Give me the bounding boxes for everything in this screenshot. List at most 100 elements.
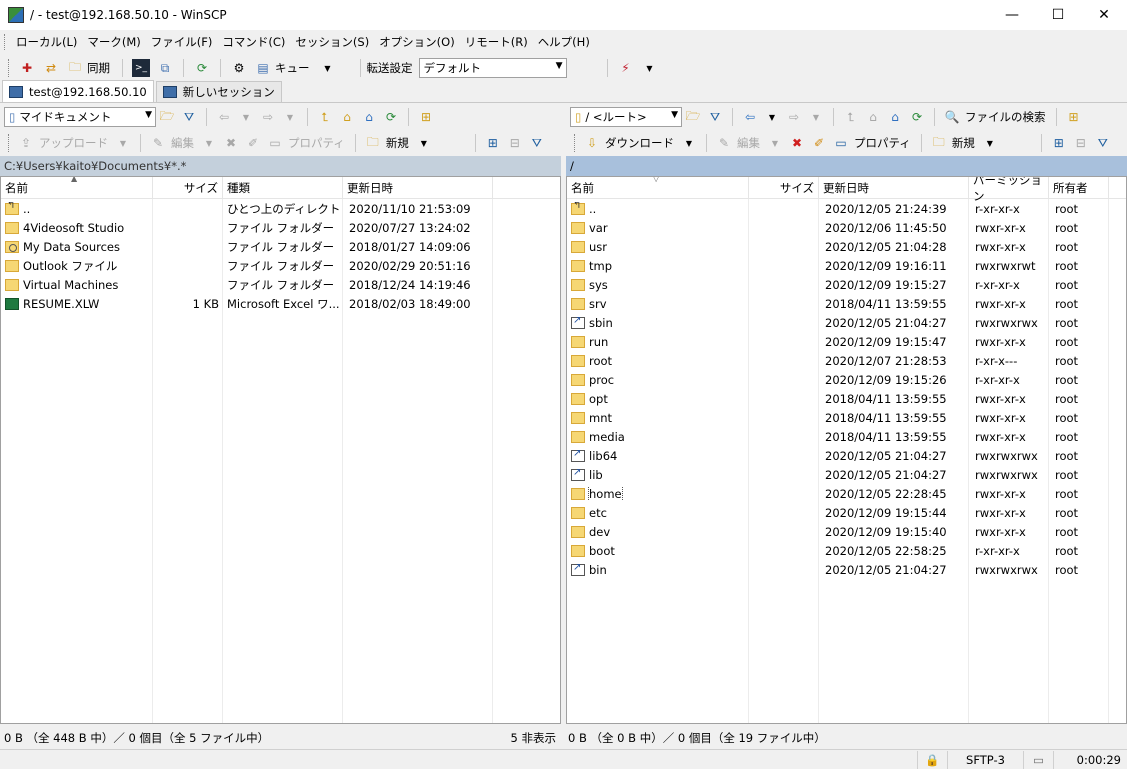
- menu-options[interactable]: オプション(O): [374, 32, 460, 52]
- edit-icon[interactable]: ✎: [149, 134, 167, 152]
- remote-file-row[interactable]: run 2020/12/09 19:15:47 rwxr-xr-x root: [567, 332, 1126, 351]
- back-arrow-icon[interactable]: ⇦: [215, 108, 233, 126]
- synchronize-browsing-icon[interactable]: ⇄: [42, 59, 60, 77]
- col-modified-header[interactable]: 更新日時: [819, 177, 969, 199]
- chevron-down-icon[interactable]: ▼: [556, 61, 563, 71]
- back-arrow-icon[interactable]: ⇦: [741, 108, 759, 126]
- local-file-row[interactable]: Outlook ファイル ファイル フォルダー 2020/02/29 20:51:1…: [1, 256, 560, 275]
- chevron-down-icon[interactable]: ▼: [766, 134, 784, 152]
- toolbar-grip[interactable]: [8, 134, 11, 152]
- edit-button[interactable]: 編集: [737, 135, 760, 151]
- menu-mark[interactable]: マーク(M): [82, 32, 145, 52]
- close-button[interactable]: ✕: [1081, 0, 1127, 30]
- delete-icon[interactable]: ✖: [788, 134, 806, 152]
- filter-icon[interactable]: ⛛: [706, 108, 724, 126]
- remote-file-row[interactable]: etc 2020/12/09 19:15:44 rwxr-xr-x root: [567, 503, 1126, 522]
- chevron-down-icon[interactable]: ▼: [807, 108, 825, 126]
- parent-directory-icon[interactable]: ⮤: [842, 108, 860, 126]
- rename-icon[interactable]: ✐: [244, 134, 262, 152]
- remote-file-row[interactable]: lib 2020/12/05 21:04:27 rwxrwxrwx root: [567, 465, 1126, 484]
- menu-command[interactable]: コマンド(C): [217, 32, 290, 52]
- select-all-icon[interactable]: ⊞: [1050, 134, 1068, 152]
- remote-location-select[interactable]: ▯ / <ルート> ▼: [570, 107, 682, 127]
- menubar-grip[interactable]: [4, 34, 7, 50]
- synchronize-icon[interactable]: 🗀: [66, 59, 84, 77]
- remote-file-row[interactable]: tmp 2020/12/09 19:16:11 rwxrwxrwt root: [567, 256, 1126, 275]
- unselect-icon[interactable]: ⊟: [1072, 134, 1090, 152]
- refresh-session-icon[interactable]: ⟳: [193, 59, 211, 77]
- tab-session[interactable]: test@192.168.50.10: [2, 80, 154, 102]
- col-modified-header[interactable]: 更新日時: [343, 177, 493, 199]
- remote-file-row[interactable]: mnt 2018/04/11 13:59:55 rwxr-xr-x root: [567, 408, 1126, 427]
- tab-new-session[interactable]: 新しいセッション: [155, 81, 282, 102]
- network-icon[interactable]: ▭: [1023, 750, 1053, 769]
- local-location-select[interactable]: ▯ マイドキュメント ▼: [4, 107, 156, 127]
- remote-file-row[interactable]: var 2020/12/06 11:45:50 rwxr-xr-x root: [567, 218, 1126, 237]
- chevron-down-icon[interactable]: ▼: [680, 134, 698, 152]
- new-folder-icon[interactable]: 🗀: [364, 134, 382, 152]
- menu-file[interactable]: ファイル(F): [146, 32, 218, 52]
- chevron-down-icon[interactable]: ▼: [763, 108, 781, 126]
- preferences-gear-icon[interactable]: ⚙: [230, 59, 248, 77]
- filter-icon[interactable]: ⛛: [180, 108, 198, 126]
- upload-button[interactable]: アップロード: [39, 135, 108, 151]
- remote-file-row[interactable]: sbin 2020/12/05 21:04:27 rwxrwxrwx root: [567, 313, 1126, 332]
- local-file-row[interactable]: My Data Sources ファイル フォルダー 2018/01/27 14:0…: [1, 237, 560, 256]
- find-files-button[interactable]: ファイルの検索: [965, 109, 1046, 125]
- col-name-header[interactable]: 名前 ▽: [567, 177, 749, 199]
- new-button[interactable]: 新規: [952, 135, 975, 151]
- delete-icon[interactable]: ✖: [222, 134, 240, 152]
- edit-icon[interactable]: ✎: [715, 134, 733, 152]
- synchronize-button[interactable]: 同期: [87, 60, 110, 76]
- remote-file-row[interactable]: media 2018/04/11 13:59:55 rwxr-xr-x root: [567, 427, 1126, 446]
- remote-file-row[interactable]: proc 2020/12/09 19:15:26 r-xr-xr-x root: [567, 370, 1126, 389]
- download-button[interactable]: ダウンロード: [605, 135, 674, 151]
- col-type-header[interactable]: 種類: [223, 177, 343, 199]
- queue-button[interactable]: キュー: [275, 60, 310, 76]
- toolbar-grip[interactable]: [8, 59, 11, 77]
- chevron-down-icon[interactable]: ▼: [237, 108, 255, 126]
- col-size-header[interactable]: サイズ: [153, 177, 223, 199]
- properties-button[interactable]: プロパティ: [854, 135, 911, 151]
- new-folder-icon[interactable]: 🗀: [930, 134, 948, 152]
- forward-arrow-icon[interactable]: ⇨: [259, 108, 277, 126]
- col-permission-header[interactable]: パーミッション: [969, 177, 1049, 203]
- properties-icon[interactable]: ▭: [832, 134, 850, 152]
- minimize-button[interactable]: —: [989, 0, 1035, 30]
- find-files-icon[interactable]: 🔍: [943, 108, 961, 126]
- remote-file-row[interactable]: boot 2020/12/05 22:58:25 r-xr-xr-x root: [567, 541, 1126, 560]
- rename-icon[interactable]: ✐: [810, 134, 828, 152]
- putty-icon[interactable]: ⧉: [156, 59, 174, 77]
- local-file-row[interactable]: RESUME.XLW 1 KB Microsoft Excel ワ... 2018/0…: [1, 294, 560, 313]
- chevron-down-icon[interactable]: ▼: [114, 134, 132, 152]
- upload-icon[interactable]: ⇪: [17, 134, 35, 152]
- maximize-button[interactable]: ☐: [1035, 0, 1081, 30]
- download-icon[interactable]: ⇩: [583, 134, 601, 152]
- home-icon[interactable]: ⌂: [886, 108, 904, 126]
- local-file-row[interactable]: Virtual Machines ファイル フォルダー 2018/12/24 14:…: [1, 275, 560, 294]
- tree-view-icon[interactable]: ⊞: [417, 108, 435, 126]
- remote-file-row[interactable]: sys 2020/12/09 19:15:27 r-xr-xr-x root: [567, 275, 1126, 294]
- refresh-icon[interactable]: ⟳: [382, 108, 400, 126]
- new-button[interactable]: 新規: [386, 135, 409, 151]
- hidden-count[interactable]: 5 非表示: [500, 730, 562, 746]
- remote-file-row[interactable]: opt 2018/04/11 13:59:55 rwxr-xr-x root: [567, 389, 1126, 408]
- properties-button[interactable]: プロパティ: [288, 135, 345, 151]
- chevron-down-icon[interactable]: ▼: [981, 134, 999, 152]
- tree-view-icon[interactable]: ⊞: [1065, 108, 1083, 126]
- home-icon[interactable]: ⌂: [360, 108, 378, 126]
- chevron-down-icon[interactable]: ▼: [200, 134, 218, 152]
- chevron-down-icon[interactable]: ▼: [319, 59, 337, 77]
- lock-icon[interactable]: 🔒: [917, 750, 947, 769]
- menu-local[interactable]: ローカル(L): [11, 32, 82, 52]
- refresh-icon[interactable]: ⟳: [908, 108, 926, 126]
- remote-file-row[interactable]: home 2020/12/05 22:28:45 rwxr-xr-x root: [567, 484, 1126, 503]
- remote-file-row[interactable]: dev 2020/12/09 19:15:40 rwxr-xr-x root: [567, 522, 1126, 541]
- remote-file-row[interactable]: root 2020/12/07 21:28:53 r-xr-x--- root: [567, 351, 1126, 370]
- chevron-down-icon[interactable]: ▼: [281, 108, 299, 126]
- local-file-list[interactable]: 名前 ▲ サイズ 種類 更新日時 .. ひとつ上のディレクトリ 2020/11/10…: [0, 176, 561, 724]
- properties-icon[interactable]: ▭: [266, 134, 284, 152]
- chevron-down-icon[interactable]: ▼: [145, 110, 152, 120]
- compare-directories-icon[interactable]: ✚: [18, 59, 36, 77]
- edit-button[interactable]: 編集: [171, 135, 194, 151]
